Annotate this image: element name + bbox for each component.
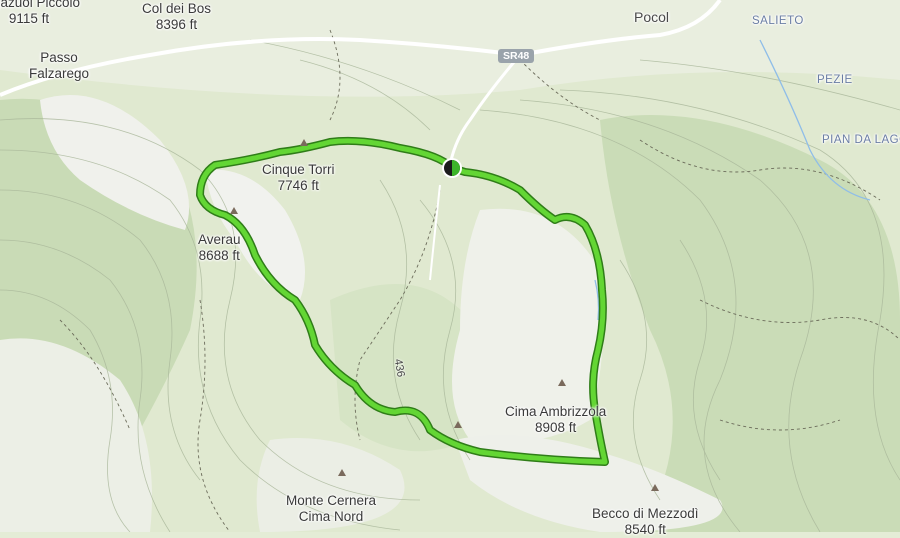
label-col-dei-bos-elev: 8396 ft [155, 17, 198, 32]
start-end-icon[interactable] [442, 158, 462, 178]
label-pian-da-lago[interactable]: PIAN DA LAGO [822, 132, 900, 148]
label-averau[interactable]: Averau 8688 ft [198, 232, 241, 264]
label-lagazuoi-name: Lagazuoi Piccolo [0, 0, 81, 10]
label-cinque-torri[interactable]: Cinque Torri 7746 ft [262, 162, 335, 194]
label-becco-name: Becco di Mezzodì [592, 506, 699, 521]
terrain-map[interactable] [0, 0, 900, 532]
label-cinque-torri-name: Cinque Torri [262, 162, 335, 177]
label-col-dei-bos-name: Col dei Bos [142, 1, 212, 16]
label-passo-falzarego[interactable]: Passo Falzarego [29, 50, 89, 82]
label-passo-line1: Passo [40, 50, 78, 65]
label-cima-ambrizzola[interactable]: Cima Ambrizzola 8908 ft [505, 404, 606, 436]
label-col-dei-bos[interactable]: Col dei Bos 8396 ft [142, 1, 211, 33]
label-becco-di-mezzodi[interactable]: Becco di Mezzodì 8540 ft [592, 506, 699, 538]
label-becco-elev: 8540 ft [624, 522, 666, 537]
label-pocol[interactable]: Pocol [634, 9, 669, 25]
label-salieto[interactable]: SALIETO [752, 13, 804, 29]
label-averau-name: Averau [198, 232, 241, 247]
road-shield-sr48: SR48 [498, 49, 535, 63]
label-cima-ambrizzola-elev: 8908 ft [534, 420, 577, 435]
label-monte-cernera[interactable]: Monte Cernera Cima Nord [286, 493, 376, 525]
label-lagazuoi-elev: 9115 ft [8, 11, 50, 26]
label-monte-cernera-line1: Monte Cernera [286, 493, 377, 508]
label-monte-cernera-line2: Cima Nord [298, 509, 364, 524]
label-pezie[interactable]: PEZIE [817, 72, 853, 88]
label-averau-elev: 8688 ft [198, 248, 240, 263]
label-lagazuoi-piccolo[interactable]: Lagazuoi Piccolo 9115 ft [0, 0, 80, 27]
label-cinque-torri-elev: 7746 ft [277, 178, 319, 193]
label-passo-line2: Falzarego [29, 66, 90, 81]
label-cima-ambrizzola-name: Cima Ambrizzola [505, 404, 607, 419]
